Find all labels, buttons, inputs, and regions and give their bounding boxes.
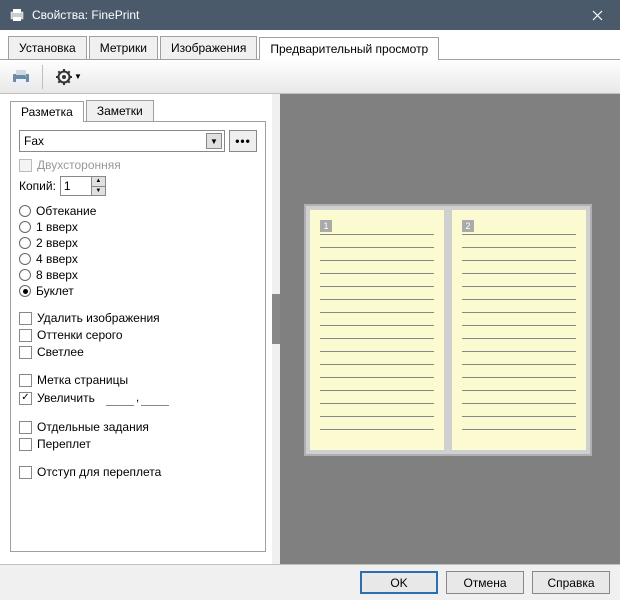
- radio-2up[interactable]: 2 вверх: [19, 236, 257, 250]
- radio-1up[interactable]: 1 вверх: [19, 220, 257, 234]
- printer-browse-button[interactable]: •••: [229, 130, 257, 152]
- chk-remove-images[interactable]: Удалить изображения: [19, 311, 257, 325]
- spinner-down-icon[interactable]: ▼: [91, 187, 105, 196]
- left-panel: Разметка Заметки Fax ▼ ••• Двухсторонняя…: [0, 94, 272, 564]
- tab-preview[interactable]: Предварительный просмотр: [259, 37, 439, 60]
- tab-metrics[interactable]: Метрики: [89, 36, 158, 59]
- subtab-notes[interactable]: Заметки: [86, 100, 154, 121]
- settings-button[interactable]: ▼: [49, 63, 89, 91]
- duplex-label: Двухсторонняя: [37, 158, 121, 172]
- checkbox-icon: [19, 159, 32, 172]
- chk-binding[interactable]: Переплет: [19, 437, 257, 451]
- chk-gutter[interactable]: Отступ для переплета: [19, 465, 257, 479]
- copies-label: Копий:: [19, 179, 56, 193]
- preview-panel: 1 2: [280, 94, 620, 564]
- printer-combo-value: Fax: [24, 134, 44, 148]
- radio-4up[interactable]: 4 вверх: [19, 252, 257, 266]
- radio-booklet[interactable]: Буклет: [19, 284, 257, 298]
- booklet-preview: 1 2: [304, 204, 592, 456]
- tab-install[interactable]: Установка: [8, 36, 87, 59]
- close-button[interactable]: [575, 0, 620, 30]
- printer-icon: [11, 68, 31, 86]
- radio-wrap[interactable]: Обтекание: [19, 204, 257, 218]
- preview-page-1: 1: [310, 210, 444, 450]
- help-button[interactable]: Справка: [532, 571, 610, 594]
- window-title: Свойства: FinePrint: [32, 8, 139, 22]
- chk-lighter[interactable]: Светлее: [19, 345, 257, 359]
- titlebar: Свойства: FinePrint: [0, 0, 620, 30]
- chk-page-mark[interactable]: Метка страницы: [19, 373, 257, 387]
- splitter-grip-icon: [272, 294, 280, 344]
- page-number-badge: 2: [462, 220, 474, 232]
- preview-page-2: 2: [452, 210, 586, 450]
- gear-icon: [56, 69, 72, 85]
- chk-grayscale[interactable]: Оттенки серого: [19, 328, 257, 342]
- chevron-down-icon: ▼: [206, 133, 222, 149]
- dialog-buttons: OK Отмена Справка: [0, 564, 620, 600]
- chk-separate-jobs[interactable]: Отдельные задания: [19, 420, 257, 434]
- ok-button[interactable]: OK: [360, 571, 438, 594]
- main-tabs: Установка Метрики Изображения Предварите…: [0, 30, 620, 60]
- tab-images[interactable]: Изображения: [160, 36, 257, 59]
- cancel-button[interactable]: Отмена: [446, 571, 524, 594]
- page-number-badge: 1: [320, 220, 332, 232]
- toolbar: ▼: [0, 60, 620, 94]
- content-area: Разметка Заметки Fax ▼ ••• Двухсторонняя…: [0, 94, 620, 564]
- print-button[interactable]: [6, 63, 36, 91]
- dropdown-caret-icon: ▼: [74, 72, 82, 81]
- splitter[interactable]: [272, 94, 280, 564]
- radio-8up[interactable]: 8 вверх: [19, 268, 257, 282]
- spinner-up-icon[interactable]: ▲: [91, 177, 105, 187]
- toolbar-divider: [42, 65, 43, 89]
- app-icon: [8, 6, 26, 24]
- chk-enlarge[interactable]: Увеличить ,: [19, 390, 257, 406]
- duplex-checkbox: Двухсторонняя: [19, 158, 257, 172]
- subtab-layout[interactable]: Разметка: [10, 101, 84, 122]
- printer-combo[interactable]: Fax ▼: [19, 130, 225, 152]
- sub-tabs: Разметка Заметки: [10, 100, 266, 122]
- copies-value: 1: [64, 179, 71, 193]
- layout-options-body: Fax ▼ ••• Двухсторонняя Копий: 1 ▲▼ Обте…: [10, 122, 266, 552]
- enlarge-fields: ,: [106, 390, 169, 406]
- copies-spinner[interactable]: 1 ▲▼: [60, 176, 106, 196]
